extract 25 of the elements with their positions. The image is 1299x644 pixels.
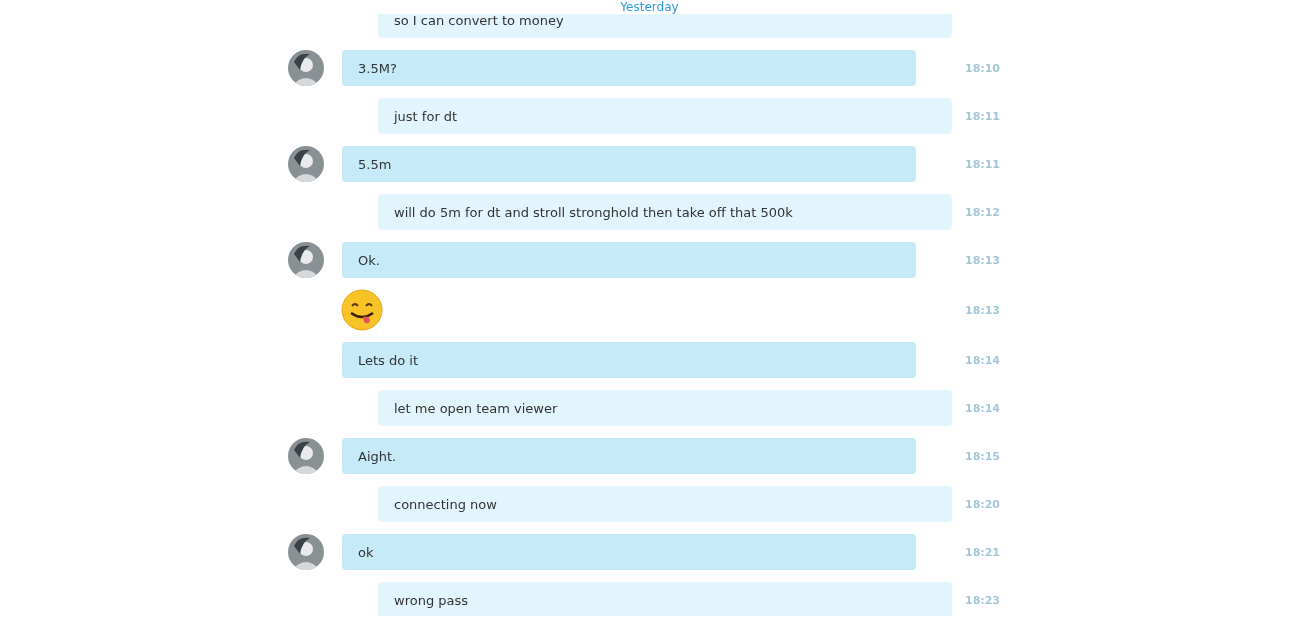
message-time: 18:23	[964, 593, 1000, 607]
message-time: 18:14	[964, 353, 1000, 367]
message-time: 18:10	[964, 61, 1000, 75]
message-bubble: Lets do it	[342, 342, 916, 378]
message-time: 18:11	[964, 109, 1000, 123]
message-bubble: just for dt	[378, 98, 952, 134]
message-time: 18:12	[964, 205, 1000, 219]
message-bubble: wrong pass	[378, 582, 952, 616]
message-bubble: 5.5m	[342, 146, 916, 182]
date-divider: Yesterday	[620, 0, 679, 14]
message-bubble: Ok.	[342, 242, 916, 278]
message-bubble: ok	[342, 534, 916, 570]
message-bubble: will do 5m for dt and stroll stronghold then take off that 500k	[378, 194, 952, 230]
message-time: 18:13	[964, 303, 1000, 317]
message-time: 18:20	[964, 497, 1000, 511]
message-time: 18:21	[964, 545, 1000, 559]
message-bubble: 3.5M?	[342, 50, 916, 86]
message-bubble: Aight.	[342, 438, 916, 474]
message-time: 18:13	[964, 253, 1000, 267]
message-bubble: let me open team viewer	[378, 390, 952, 426]
message-time: 18:15	[964, 449, 1000, 463]
message-time: 18:14	[964, 401, 1000, 415]
message-time: 18:11	[964, 157, 1000, 171]
message-bubble: connecting now	[378, 486, 952, 522]
smiley-icon	[340, 288, 384, 332]
